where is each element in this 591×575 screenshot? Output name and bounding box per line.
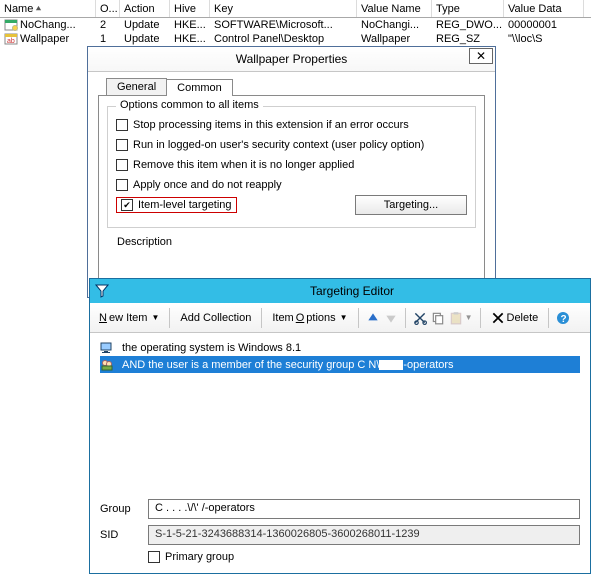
description-label: Description: [117, 236, 476, 248]
paste-icon[interactable]: [449, 311, 463, 325]
move-up-icon[interactable]: [366, 311, 380, 325]
detail-fields: Group C . . . .\/\' /-operators SID S-1-…: [100, 499, 580, 563]
new-item-button[interactable]: New Item▼: [96, 310, 162, 326]
move-down-icon[interactable]: [384, 311, 398, 325]
group-label: Group: [100, 503, 148, 515]
te-title: Targeting Editor: [114, 284, 590, 298]
wallpaper-properties-dialog: Wallpaper Properties ✕ General Common Op…: [87, 46, 496, 298]
add-collection-button[interactable]: Add Collection: [177, 310, 254, 326]
funnel-icon: [90, 284, 114, 298]
cut-icon[interactable]: [413, 311, 427, 325]
rules-list: the operating system is Windows 8.1 AND …: [90, 333, 590, 379]
sort-asc-icon: [35, 5, 42, 12]
tab-general[interactable]: General: [106, 78, 167, 95]
table-row[interactable]: NoChang... 2 Update HKE... SOFTWARE\Micr…: [0, 18, 591, 32]
dialog-title: Wallpaper Properties: [236, 52, 348, 66]
primary-group-label: Primary group: [165, 551, 234, 563]
item-options-button[interactable]: Item Options▼: [269, 310, 350, 326]
svg-text:ab: ab: [7, 38, 15, 45]
col-order[interactable]: O...: [96, 0, 120, 17]
targeting-button[interactable]: Targeting...: [355, 195, 467, 215]
checkbox-remove[interactable]: [116, 159, 128, 171]
te-toolbar: New Item▼ Add Collection Item Options▼ ▼…: [90, 303, 590, 333]
sid-label: SID: [100, 529, 148, 541]
checkbox-stop[interactable]: [116, 119, 128, 131]
col-action[interactable]: Action: [120, 0, 170, 17]
registry-icon: [4, 18, 18, 32]
checkbox-item-level-targeting[interactable]: [121, 199, 133, 211]
col-valuedata[interactable]: Value Data: [504, 0, 584, 17]
dialog-titlebar[interactable]: Wallpaper Properties ✕: [88, 47, 495, 72]
delete-button[interactable]: Delete: [488, 309, 542, 327]
sid-field: S-1-5-21-3243688314-1360026805-360026801…: [148, 525, 580, 545]
rule-group-member[interactable]: AND the user is a member of the security…: [100, 356, 580, 373]
item-level-targeting-highlight: Item-level targeting: [116, 197, 237, 213]
col-key[interactable]: Key: [210, 0, 357, 17]
col-type[interactable]: Type: [432, 0, 504, 17]
targeting-editor-window: Targeting Editor New Item▼ Add Collectio…: [89, 278, 591, 574]
common-options-group: Options common to all items Stop process…: [107, 106, 476, 228]
os-icon: [100, 341, 116, 355]
col-valuename[interactable]: Value Name: [357, 0, 432, 17]
checkbox-context[interactable]: [116, 139, 128, 151]
tabstrip: General Common: [106, 78, 495, 95]
help-icon[interactable]: ?: [556, 311, 570, 325]
table-row[interactable]: abWallpaper 1 Update HKE... Control Pane…: [0, 32, 591, 46]
security-group-icon: [100, 358, 116, 372]
col-name[interactable]: Name: [0, 0, 96, 17]
tab-common[interactable]: Common: [166, 79, 233, 96]
copy-icon[interactable]: [431, 311, 445, 325]
checkbox-primary-group[interactable]: [148, 551, 160, 563]
te-titlebar[interactable]: Targeting Editor: [90, 279, 590, 303]
group-field[interactable]: C . . . .\/\' /-operators: [148, 499, 580, 519]
rule-os[interactable]: the operating system is Windows 8.1: [100, 339, 580, 356]
grid-header: Name O... Action Hive Key Value Name Typ…: [0, 0, 591, 18]
delete-icon: [491, 311, 505, 325]
col-hive[interactable]: Hive: [170, 0, 210, 17]
group-legend: Options common to all items: [116, 99, 263, 111]
tab-body: Options common to all items Stop process…: [98, 95, 485, 281]
registry-icon: ab: [4, 32, 18, 46]
close-button[interactable]: ✕: [469, 48, 493, 64]
svg-text:?: ?: [561, 314, 567, 325]
checkbox-apply-once[interactable]: [116, 179, 128, 191]
paste-dropdown-icon[interactable]: ▼: [465, 313, 473, 322]
